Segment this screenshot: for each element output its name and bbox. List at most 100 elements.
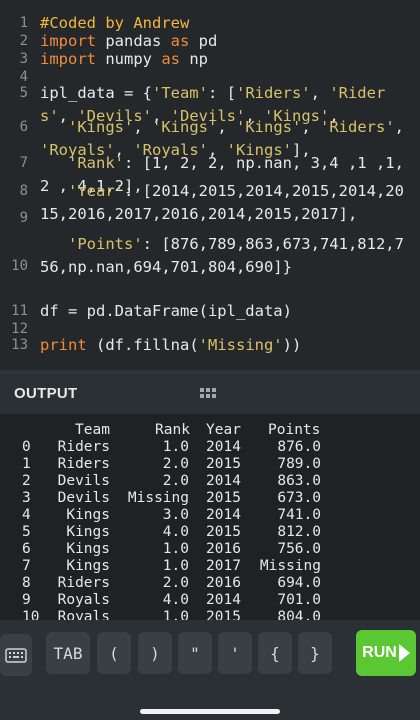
code-text: 'Year': [2014,2015,2014,2015,2014,2015,2…: [40, 180, 406, 226]
cell-rank: 1.0: [162, 541, 189, 557]
cell-rank: 2.0: [162, 575, 189, 591]
row-index: 9: [22, 592, 31, 608]
code-text: df = pd.DataFrame(ipl_data): [40, 302, 292, 320]
string: 'Rank': [68, 154, 124, 172]
line-number: 13: [11, 337, 28, 353]
code-token: )): [282, 336, 302, 354]
code-token: ,: [133, 118, 152, 136]
cell-team: Kings: [66, 541, 110, 557]
run-button[interactable]: RUN: [356, 630, 416, 676]
row-index: 1: [22, 456, 31, 472]
code-token: (df.fillna(: [86, 336, 199, 354]
table-row: 6 Kings 1.0 2016 756.0: [0, 541, 420, 558]
play-icon: [398, 644, 410, 662]
cell-year: 2014: [206, 473, 241, 489]
cell-team: Devils: [57, 473, 110, 489]
line-number: 7: [19, 155, 28, 171]
cell-year: 2014: [206, 592, 241, 608]
string: 'Team': [151, 84, 208, 102]
run-label: RUN: [362, 644, 397, 661]
column-header-points: Points: [268, 422, 321, 438]
line-number: 6: [19, 119, 28, 135]
home-indicator-area: [0, 687, 420, 720]
code-editor[interactable]: 1 #Coded by Andrew 2 import pandas as pd…: [0, 0, 420, 370]
line-number: 8: [19, 183, 28, 199]
cell-team: Devils: [57, 490, 110, 506]
cell-team: Kings: [66, 524, 110, 540]
line-number: 5: [19, 85, 28, 101]
cell-year: 2014: [206, 507, 241, 523]
string: 'Points': [68, 235, 143, 253]
cell-points: 741.0: [277, 507, 321, 523]
cell-points: 694.0: [277, 575, 321, 591]
cell-team: Riders: [57, 439, 110, 455]
cell-team: Royals: [57, 609, 110, 620]
double-quote-key[interactable]: ": [178, 632, 212, 674]
string: 'Missing': [198, 336, 283, 354]
tab-key[interactable]: TAB: [46, 632, 90, 674]
cell-rank: 3.0: [162, 507, 189, 523]
cell-points: 789.0: [277, 456, 321, 472]
code-token: ipl_data = {: [40, 84, 152, 102]
cell-points: 804.0: [277, 609, 321, 620]
cell-year: 2015: [206, 524, 241, 540]
cell-rank: Missing: [127, 490, 189, 506]
cell-points: 673.0: [277, 490, 321, 506]
code-token: ,: [301, 118, 320, 136]
close-paren-key[interactable]: ): [138, 632, 172, 674]
cell-year: 2017: [206, 558, 241, 574]
cell-team: Riders: [57, 575, 110, 591]
single-quote-key[interactable]: ': [218, 632, 252, 674]
code-token: ,: [394, 118, 414, 136]
output-title: OUTPUT: [14, 385, 78, 402]
close-brace-key[interactable]: }: [298, 632, 332, 674]
code-token: ,: [310, 84, 330, 102]
table-row: 3 Devils Missing 2015 673.0: [0, 490, 420, 507]
drag-handle-icon[interactable]: [200, 388, 220, 400]
code-token: np: [180, 50, 208, 68]
cell-team: Riders: [57, 456, 110, 472]
output-panel[interactable]: Team Rank Year Points 0 Riders 1.0 2014 876.…: [0, 414, 420, 620]
row-index: 8: [22, 575, 31, 591]
cell-year: 2015: [206, 456, 241, 472]
keyword: import: [40, 50, 96, 68]
string: 'Kings': [68, 118, 134, 136]
table-row: 0 Riders 1.0 2014 876.0: [0, 439, 420, 456]
string: 'Riders': [320, 118, 395, 136]
code-token: ,: [217, 118, 236, 136]
keyboard-icon[interactable]: [0, 634, 32, 676]
cell-team: Kings: [66, 558, 110, 574]
table-row: 1 Riders 2.0 2015 789.0: [0, 456, 420, 473]
row-index: 6: [22, 541, 31, 557]
cell-rank: 2.0: [162, 456, 189, 472]
code-token: : [: [207, 84, 236, 102]
line-number: 10: [11, 258, 28, 274]
cell-points: 863.0: [277, 473, 321, 489]
column-header-rank: Rank: [155, 422, 190, 438]
column-header-team: Team: [75, 422, 110, 438]
home-indicator[interactable]: [140, 709, 280, 714]
cell-year: 2014: [206, 439, 241, 455]
row-index: 0: [22, 439, 31, 455]
table-row: 9 Royals 4.0 2014 701.0: [0, 592, 420, 609]
code-text: import numpy as np: [40, 48, 406, 71]
open-paren-key[interactable]: (: [97, 632, 131, 674]
cell-rank: 4.0: [162, 524, 189, 540]
table-row: 8 Riders 2.0 2016 694.0: [0, 575, 420, 592]
cell-team: Royals: [57, 592, 110, 608]
code-token: numpy: [96, 50, 162, 68]
cell-rank: 1.0: [162, 558, 189, 574]
string: 'Riders': [235, 84, 311, 102]
cell-points: 756.0: [277, 541, 321, 557]
keyboard-toolbar: TAB ( ) " ' { } RUN: [0, 620, 420, 687]
cell-rank: 1.0: [162, 439, 189, 455]
open-brace-key[interactable]: {: [258, 632, 292, 674]
line-number: 9: [19, 210, 28, 226]
keyword: print: [40, 336, 87, 354]
cell-rank: 1.0: [162, 609, 189, 620]
code-text: print (df.fillna('Missing')): [40, 334, 406, 357]
